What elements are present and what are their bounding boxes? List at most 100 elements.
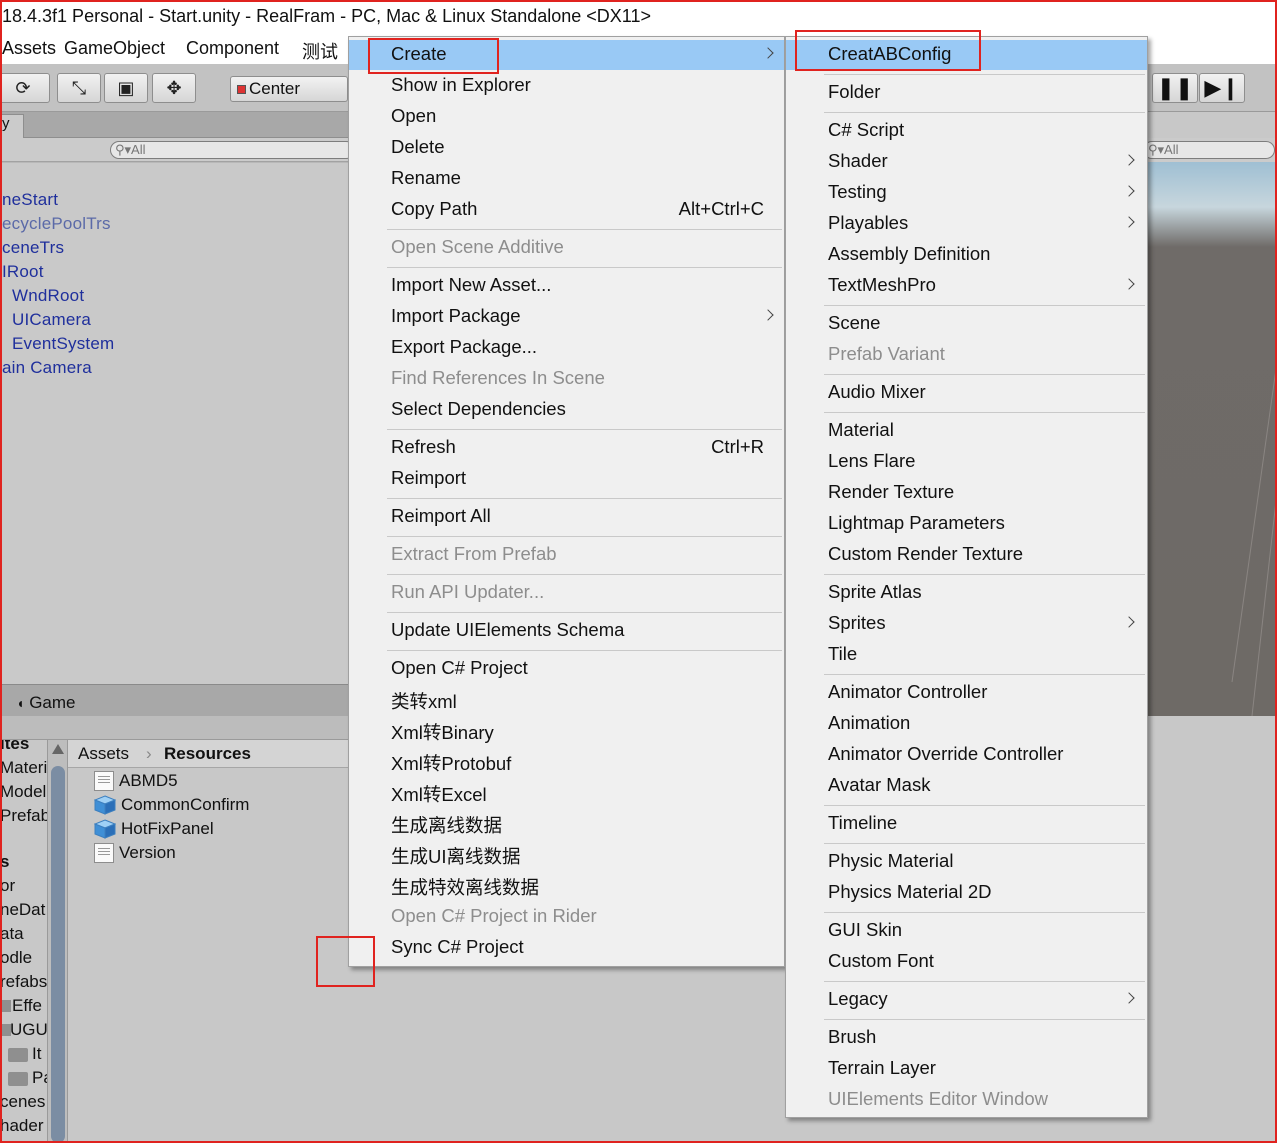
folder-tree-item[interactable]: Effe xyxy=(12,996,42,1016)
folder-tree-item[interactable]: Materi xyxy=(0,758,47,778)
submenu-item-gui-skin[interactable]: GUI Skin xyxy=(786,916,1147,946)
folder-tree-item[interactable]: Pa xyxy=(32,1068,47,1088)
submenu-item-lens-flare[interactable]: Lens Flare xyxy=(786,447,1147,477)
submenu-item-render-texture[interactable]: Render Texture xyxy=(786,478,1147,508)
file-item[interactable]: CommonConfirm xyxy=(94,794,249,816)
submenu-item-physic-material[interactable]: Physic Material xyxy=(786,847,1147,877)
folder-tree-item[interactable]: odle xyxy=(0,948,32,968)
hierarchy-item[interactable]: ain Camera xyxy=(2,358,92,378)
submenu-item-playables[interactable]: Playables xyxy=(786,209,1147,239)
hierarchy-item[interactable]: ecyclePoolTrs xyxy=(2,214,111,234)
folder-tree-item[interactable]: neDat xyxy=(0,900,45,920)
menu-item-reimport-all[interactable]: Reimport All xyxy=(349,502,784,532)
submenu-item-lightmap-parameters[interactable]: Lightmap Parameters xyxy=(786,509,1147,539)
submenu-item-animation[interactable]: Animation xyxy=(786,709,1147,739)
breadcrumb-assets[interactable]: Assets xyxy=(78,744,129,764)
folder-tree-item[interactable]: or xyxy=(0,876,15,896)
hierarchy-item[interactable]: neStart xyxy=(2,190,58,210)
project-tree-scrollbar[interactable] xyxy=(48,740,68,1143)
submenu-item-terrain-layer[interactable]: Terrain Layer xyxy=(786,1054,1147,1084)
submenu-item-sprite-atlas[interactable]: Sprite Atlas xyxy=(786,578,1147,608)
hierarchy-search-input[interactable]: ⚲▾All xyxy=(110,141,355,159)
menu-test[interactable]: 测试 xyxy=(302,38,338,64)
menu-item-export-package[interactable]: Export Package... xyxy=(349,333,784,363)
folder-tree-item[interactable]: cenes xyxy=(0,1092,45,1112)
menu-assets[interactable]: Assets xyxy=(2,38,56,59)
folder-tree-item[interactable]: ata xyxy=(0,924,24,944)
menu-gameobject[interactable]: GameObject xyxy=(64,38,165,59)
menu-item-update-uielements-schema[interactable]: Update UIElements Schema xyxy=(349,616,784,646)
menu-item-create[interactable]: Create xyxy=(349,40,784,70)
submenu-item-custom-font[interactable]: Custom Font xyxy=(786,947,1147,977)
pause-button[interactable]: ❚❚ xyxy=(1152,73,1198,103)
menu-item-open-csharp-project[interactable]: Open C# Project xyxy=(349,654,784,684)
submenu-item-folder[interactable]: Folder xyxy=(786,78,1147,108)
submenu-item-assembly-definition[interactable]: Assembly Definition xyxy=(786,240,1147,270)
submenu-item-brush[interactable]: Brush xyxy=(786,1023,1147,1053)
menu-item-import-new-asset[interactable]: Import New Asset... xyxy=(349,271,784,301)
submenu-item-custom-render-texture[interactable]: Custom Render Texture xyxy=(786,540,1147,570)
menu-item-class-to-xml[interactable]: 类转xml xyxy=(349,685,784,715)
submenu-item-testing[interactable]: Testing xyxy=(786,178,1147,208)
submenu-item-shader[interactable]: Shader xyxy=(786,147,1147,177)
submenu-item-legacy[interactable]: Legacy xyxy=(786,985,1147,1015)
menu-item-xml-to-protobuf[interactable]: Xml转Protobuf xyxy=(349,747,784,777)
menu-item-generate-offline-data[interactable]: 生成离线数据 xyxy=(349,809,784,839)
submenu-item-scene[interactable]: Scene xyxy=(786,309,1147,339)
submenu-item-avatar-mask[interactable]: Avatar Mask xyxy=(786,771,1147,801)
scene-view[interactable] xyxy=(1147,162,1277,716)
folder-tree-item[interactable]: Prefab xyxy=(0,806,47,826)
rect-tool-button[interactable]: ▣ xyxy=(104,73,148,103)
scene-search-input[interactable]: ⚲▾All xyxy=(1143,141,1275,159)
menu-item-sync-csharp-project[interactable]: Sync C# Project xyxy=(349,933,784,963)
rotate-tool-button[interactable]: ⟳ xyxy=(0,73,50,103)
breadcrumb-resources[interactable]: Resources xyxy=(164,744,251,764)
file-item[interactable]: HotFixPanel xyxy=(94,818,214,840)
file-item[interactable]: ABMD5 xyxy=(94,770,178,792)
scale-tool-button[interactable]: ⤡ xyxy=(57,73,101,103)
step-button[interactable]: ▶❙ xyxy=(1199,73,1245,103)
menu-item-copy-path[interactable]: Copy Path Alt+Ctrl+C xyxy=(349,195,784,225)
menu-item-xml-to-binary[interactable]: Xml转Binary xyxy=(349,716,784,746)
hierarchy-item[interactable]: WndRoot xyxy=(12,286,84,306)
submenu-item-material[interactable]: Material xyxy=(786,416,1147,446)
submenu-item-physics-material-2d[interactable]: Physics Material 2D xyxy=(786,878,1147,908)
folder-tree-item[interactable]: It xyxy=(32,1044,41,1064)
scroll-up-icon[interactable] xyxy=(52,744,64,754)
menu-item-reimport[interactable]: Reimport xyxy=(349,464,784,494)
submenu-item-csharp-script[interactable]: C# Script xyxy=(786,116,1147,146)
transform-tool-button[interactable]: ✥ xyxy=(152,73,196,103)
submenu-item-creatabconfig[interactable]: CreatABConfig xyxy=(786,40,1147,70)
menu-item-import-package[interactable]: Import Package xyxy=(349,302,784,332)
menu-component[interactable]: Component xyxy=(186,38,279,59)
pivot-center-button[interactable]: Center xyxy=(230,76,348,102)
folder-tree-item[interactable]: hader xyxy=(0,1116,43,1136)
submenu-item-timeline[interactable]: Timeline xyxy=(786,809,1147,839)
menu-item-open[interactable]: Open xyxy=(349,102,784,132)
file-item[interactable]: Version xyxy=(94,842,176,864)
menu-item-xml-to-excel[interactable]: Xml转Excel xyxy=(349,778,784,808)
hierarchy-item[interactable]: EventSystem xyxy=(12,334,114,354)
scrollbar-thumb[interactable] xyxy=(51,766,65,1143)
menu-item-select-dependencies[interactable]: Select Dependencies xyxy=(349,395,784,425)
folder-tree-item[interactable]: ites xyxy=(0,740,29,754)
submenu-item-animator-controller[interactable]: Animator Controller xyxy=(786,678,1147,708)
submenu-item-tile[interactable]: Tile xyxy=(786,640,1147,670)
menu-item-generate-effect-offline-data[interactable]: 生成特效离线数据 xyxy=(349,871,784,901)
menu-item-delete[interactable]: Delete xyxy=(349,133,784,163)
hierarchy-item[interactable]: ceneTrs xyxy=(2,238,64,258)
hierarchy-item[interactable]: UICamera xyxy=(12,310,91,330)
folder-tree-item[interactable]: Model xyxy=(0,782,46,802)
folder-tree-item[interactable]: UGU xyxy=(10,1020,47,1040)
submenu-item-textmeshpro[interactable]: TextMeshPro xyxy=(786,271,1147,301)
game-tab[interactable]: ◖ Game xyxy=(16,693,76,713)
folder-tree-item[interactable]: s xyxy=(0,852,9,872)
hierarchy-tab[interactable]: y xyxy=(0,114,24,138)
menu-item-show-in-explorer[interactable]: Show in Explorer xyxy=(349,71,784,101)
menu-item-generate-ui-offline-data[interactable]: 生成UI离线数据 xyxy=(349,840,784,870)
submenu-item-sprites[interactable]: Sprites xyxy=(786,609,1147,639)
hierarchy-item[interactable]: IRoot xyxy=(2,262,44,282)
submenu-item-animator-override-controller[interactable]: Animator Override Controller xyxy=(786,740,1147,770)
submenu-item-audio-mixer[interactable]: Audio Mixer xyxy=(786,378,1147,408)
menu-item-refresh[interactable]: Refresh Ctrl+R xyxy=(349,433,784,463)
